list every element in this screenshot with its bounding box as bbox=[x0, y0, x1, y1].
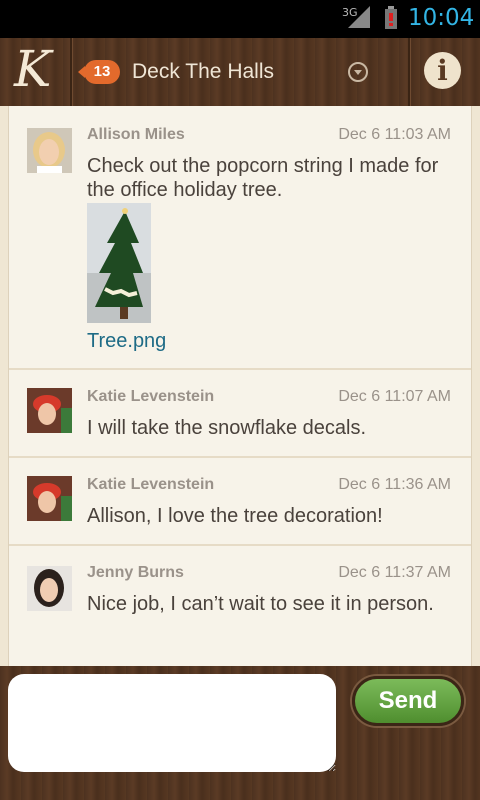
message-input[interactable] bbox=[8, 674, 336, 772]
chat-area: Allison Miles Dec 6 11:03 AM Check out t… bbox=[0, 106, 480, 666]
avatar[interactable] bbox=[27, 566, 72, 611]
timestamp: Dec 6 11:03 AM bbox=[338, 126, 451, 143]
unread-count-badge[interactable]: 13 bbox=[78, 60, 120, 84]
timestamp: Dec 6 11:07 AM bbox=[338, 388, 451, 405]
timestamp: Dec 6 11:36 AM bbox=[338, 476, 451, 493]
battery-icon bbox=[385, 6, 397, 29]
divider bbox=[70, 38, 73, 106]
list-item: Allison Miles Dec 6 11:03 AM Check out t… bbox=[9, 106, 471, 370]
sender-name: Jenny Burns bbox=[87, 564, 184, 581]
app-logo-button[interactable]: K bbox=[0, 38, 70, 106]
attachment-thumbnail[interactable] bbox=[87, 203, 151, 323]
sender-name: Katie Levenstein bbox=[87, 388, 215, 405]
message-text: Allison, I love the tree decoration! bbox=[87, 505, 383, 527]
sender-name: Allison Miles bbox=[87, 126, 185, 143]
chevron-down-icon[interactable] bbox=[348, 62, 368, 82]
action-bar: K 13 Deck The Halls i bbox=[0, 38, 480, 106]
info-icon: i bbox=[437, 54, 448, 87]
list-item: Katie Levenstein Dec 6 11:36 AM Allison,… bbox=[9, 456, 471, 546]
message-text: Nice job, I can’t wait to see it in pers… bbox=[87, 593, 434, 615]
avatar[interactable] bbox=[27, 128, 72, 173]
attachment-link[interactable]: Tree.png bbox=[87, 330, 166, 353]
signal-icon bbox=[348, 6, 370, 28]
list-item: Jenny Burns Dec 6 11:37 AM Nice job, I c… bbox=[9, 544, 471, 632]
avatar[interactable] bbox=[27, 388, 72, 433]
message-text: Check out the popcorn string I made for … bbox=[87, 155, 439, 201]
clock: 10:04 bbox=[408, 5, 475, 31]
timestamp: Dec 6 11:37 AM bbox=[338, 564, 451, 581]
message-list[interactable]: Allison Miles Dec 6 11:03 AM Check out t… bbox=[8, 106, 472, 666]
conversation-title[interactable]: Deck The Halls bbox=[132, 60, 274, 84]
app-logo: K bbox=[14, 40, 52, 98]
list-item: Katie Levenstein Dec 6 11:07 AM I will t… bbox=[9, 368, 471, 458]
info-button[interactable]: i bbox=[424, 52, 461, 89]
avatar[interactable] bbox=[27, 476, 72, 521]
message-text: I will take the snowflake decals. bbox=[87, 417, 367, 439]
status-bar: 3G 10:04 bbox=[0, 0, 480, 38]
send-button[interactable]: Send bbox=[352, 676, 464, 726]
sender-name: Katie Levenstein bbox=[87, 476, 215, 493]
compose-bar: Send bbox=[0, 666, 480, 800]
divider bbox=[408, 38, 411, 106]
